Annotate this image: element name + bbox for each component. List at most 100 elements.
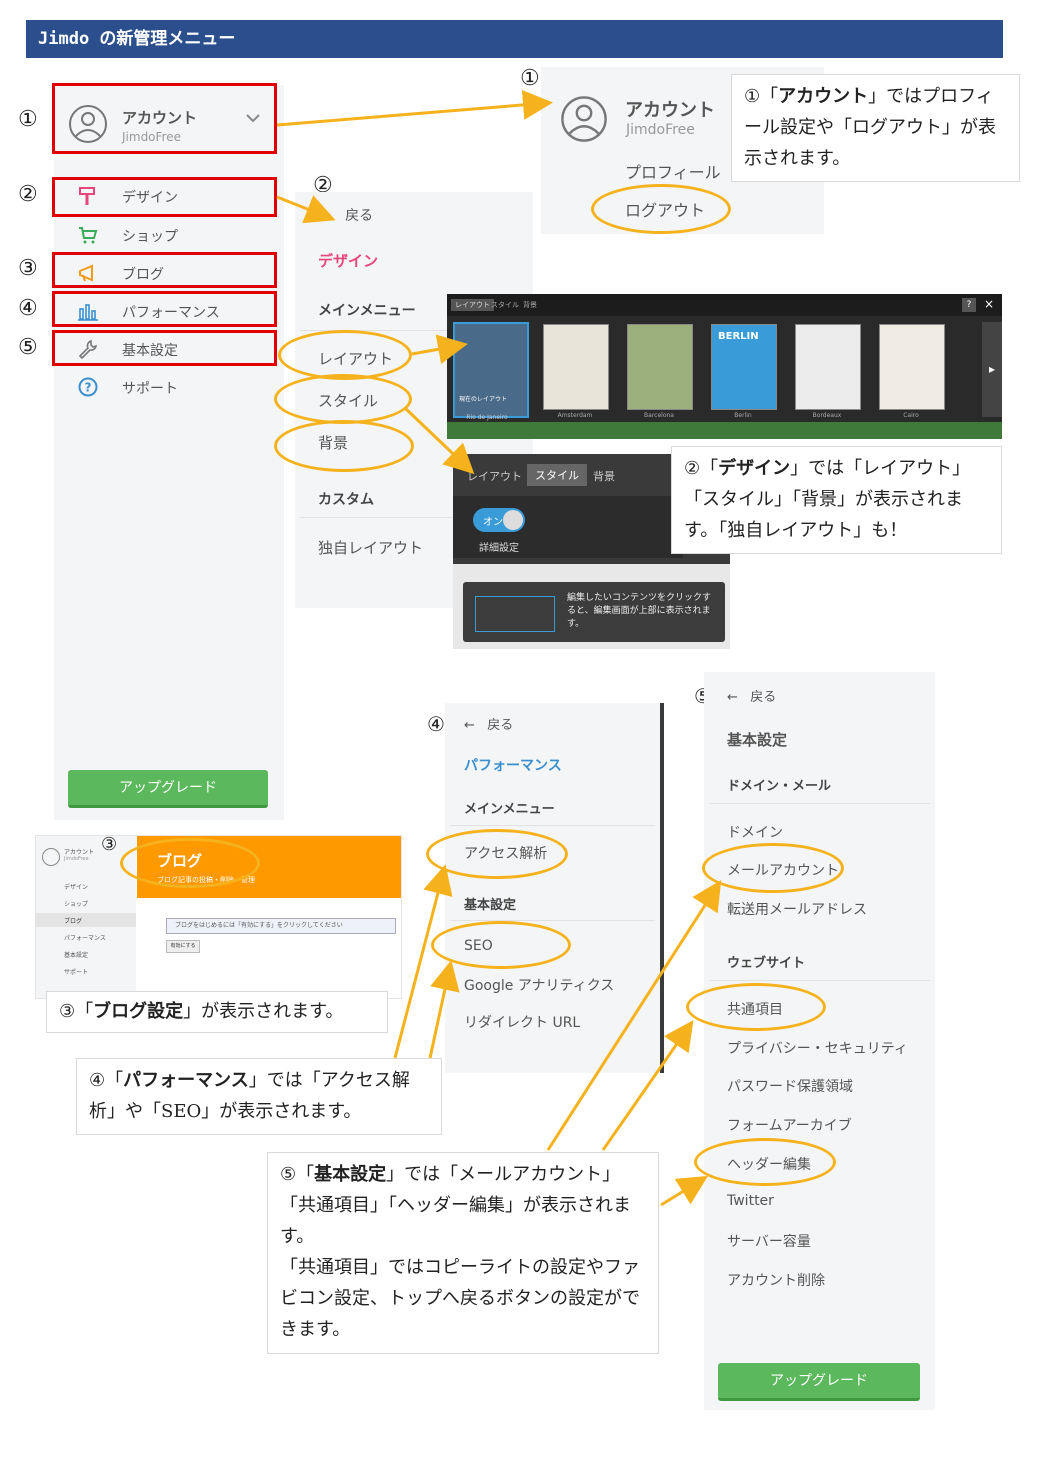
sidebar-item-label: ショップ bbox=[122, 229, 178, 245]
account-plan: JimdoFree bbox=[626, 122, 695, 138]
back-arrow-icon: ← bbox=[464, 718, 488, 733]
callout-text: ③「 bbox=[59, 1001, 94, 1022]
gallery-tab-background[interactable]: 背景 bbox=[523, 300, 537, 310]
thumb-title: Barcelona bbox=[644, 412, 674, 419]
section-website: ウェブサイト bbox=[727, 956, 806, 971]
hint-text: 編集したいコンテンツをクリックすると、編集画面が上部に表示されます。 bbox=[567, 593, 712, 629]
highlight-logout bbox=[591, 184, 731, 234]
callout-bold: 基本設定 bbox=[314, 1164, 387, 1185]
page-title: Jimdo の新管理メニュー bbox=[26, 20, 1003, 58]
mini-item: 基本設定 bbox=[64, 952, 89, 959]
menu-domain[interactable]: ドメイン bbox=[727, 822, 783, 842]
layout-thumb-current[interactable]: 現在のレイアウト bbox=[453, 322, 529, 418]
highlight-header-edit bbox=[694, 1138, 836, 1186]
highlight-account bbox=[52, 83, 277, 154]
user-avatar-icon bbox=[561, 96, 607, 142]
callout-settings: ⑤「基本設定」では「メールアカウント」「共通項目」「ヘッダー編集」が表示されます… bbox=[267, 1152, 659, 1354]
back-link[interactable]: ← 戻る bbox=[727, 686, 776, 705]
hint-box: 編集したいコンテンツをクリックすると、編集画面が上部に表示されます。 bbox=[463, 582, 725, 642]
thumb-title: Rio de Janeiro bbox=[466, 414, 508, 421]
toggle-label: オン bbox=[483, 517, 503, 528]
marker-3: ③ bbox=[18, 256, 38, 281]
gallery-next-arrow-icon[interactable]: ▸ bbox=[982, 322, 1002, 417]
close-icon[interactable]: × bbox=[984, 297, 994, 311]
callout-design: ②「デザイン」では「レイアウト」「スタイル」「背景」が表示されます。「独自レイア… bbox=[671, 446, 1002, 554]
gallery-tab-style[interactable]: スタイル bbox=[491, 300, 519, 310]
profile-link[interactable]: プロフィール bbox=[625, 159, 721, 183]
callout-account: ①「アカウント」ではプロフィール設定や「ログアウト」が表示されます。 bbox=[731, 74, 1020, 182]
highlight-performance bbox=[52, 291, 277, 327]
back-link[interactable]: ← 戻る bbox=[464, 714, 513, 733]
marker-5: ⑤ bbox=[18, 335, 38, 360]
menu-server-capacity[interactable]: サーバー容量 bbox=[727, 1231, 811, 1251]
sidebar-item-label: サポート bbox=[122, 381, 178, 397]
menu-password-area[interactable]: パスワード保護領域 bbox=[727, 1076, 853, 1096]
marker-3: ③ bbox=[101, 834, 118, 855]
thumb-title: Cairo bbox=[903, 412, 919, 419]
layout-thumb[interactable]: BERLIN bbox=[711, 324, 777, 410]
section-main-menu: メインメニュー bbox=[464, 802, 555, 817]
highlight-background bbox=[274, 420, 414, 472]
upgrade-button[interactable]: アップグレード bbox=[718, 1363, 920, 1401]
back-arrow-icon: ← bbox=[727, 690, 751, 705]
mini-account-plan: JimdoFree bbox=[64, 856, 89, 862]
cart-icon bbox=[79, 227, 98, 244]
callout-bold: デザイン bbox=[718, 458, 791, 479]
layout-thumb[interactable] bbox=[879, 324, 945, 410]
layout-thumb[interactable] bbox=[543, 324, 609, 410]
marker-2: ② bbox=[18, 182, 38, 207]
style-tab-layout[interactable]: レイアウト bbox=[467, 468, 522, 484]
menu-custom-layout[interactable]: 独自レイアウト bbox=[318, 537, 423, 558]
highlight-style bbox=[274, 374, 412, 424]
highlight-design bbox=[52, 177, 277, 217]
hint-frame bbox=[475, 596, 555, 632]
mini-avatar-icon bbox=[42, 848, 60, 866]
highlight-blog-title bbox=[120, 838, 260, 888]
callout-text: 」が表示されます。 bbox=[183, 1001, 344, 1022]
mini-item-active bbox=[36, 913, 136, 927]
back-label: 戻る bbox=[750, 690, 777, 705]
highlight-common-items bbox=[686, 983, 826, 1031]
callout-bold: パフォーマンス bbox=[123, 1070, 249, 1091]
layout-thumb[interactable] bbox=[627, 324, 693, 410]
style-toggle[interactable]: オン bbox=[473, 508, 525, 532]
marker-1: ① bbox=[18, 107, 38, 132]
performance-title: パフォーマンス bbox=[464, 758, 562, 774]
menu-twitter[interactable]: Twitter bbox=[727, 1193, 774, 1209]
menu-form-archive[interactable]: フォームアーカイブ bbox=[727, 1115, 852, 1135]
back-label: 戻る bbox=[345, 208, 374, 224]
layout-thumb[interactable] bbox=[795, 324, 861, 410]
menu-delete-account[interactable]: アカウント削除 bbox=[727, 1270, 825, 1290]
gallery-bottom-strip bbox=[447, 422, 1002, 439]
gallery-tab-layout[interactable]: レイアウト bbox=[451, 299, 494, 311]
callout-text: ⑤「 bbox=[280, 1164, 315, 1185]
upgrade-button[interactable]: アップグレード bbox=[68, 770, 268, 808]
menu-forward-address[interactable]: 転送用メールアドレス bbox=[727, 899, 867, 919]
callout-blog: ③「ブログ設定」が表示されます。 bbox=[46, 991, 388, 1033]
mini-item: ショップ bbox=[64, 901, 89, 908]
back-label: 戻る bbox=[487, 718, 514, 733]
callout-bold: アカウント bbox=[778, 86, 869, 107]
enable-blog-button[interactable]: 有効にする bbox=[166, 940, 200, 953]
style-tab-background[interactable]: 背景 bbox=[593, 468, 615, 484]
callout-text: ①「 bbox=[744, 86, 779, 107]
thumb-title: Bordeaux bbox=[812, 412, 842, 419]
section-main-menu: メインメニュー bbox=[318, 303, 416, 319]
menu-google-analytics[interactable]: Google アナリティクス bbox=[464, 975, 614, 995]
current-layout-label: 現在のレイアウト bbox=[459, 396, 508, 403]
arrow-header bbox=[660, 1175, 709, 1207]
help-icon[interactable]: ? bbox=[962, 298, 976, 312]
detail-settings-link[interactable]: 詳細設定 bbox=[479, 539, 519, 554]
highlight-access bbox=[426, 829, 568, 879]
menu-privacy[interactable]: プライバシー・セキュリティ bbox=[727, 1038, 908, 1058]
berlin-label: BERLIN bbox=[718, 331, 759, 342]
back-link[interactable]: → 戻る bbox=[320, 205, 373, 225]
style-tab-style[interactable]: スタイル bbox=[527, 464, 587, 486]
highlight-layout bbox=[278, 330, 412, 380]
callout-text: ④「 bbox=[89, 1070, 124, 1091]
blog-notice: ブログをはじめるには「有効にする」をクリックしてください bbox=[166, 918, 396, 934]
section-custom: カスタム bbox=[318, 492, 374, 508]
mini-item: デザイン bbox=[64, 884, 89, 891]
menu-redirect-url[interactable]: リダイレクト URL bbox=[464, 1012, 580, 1032]
mini-item: パフォーマンス bbox=[64, 935, 106, 942]
